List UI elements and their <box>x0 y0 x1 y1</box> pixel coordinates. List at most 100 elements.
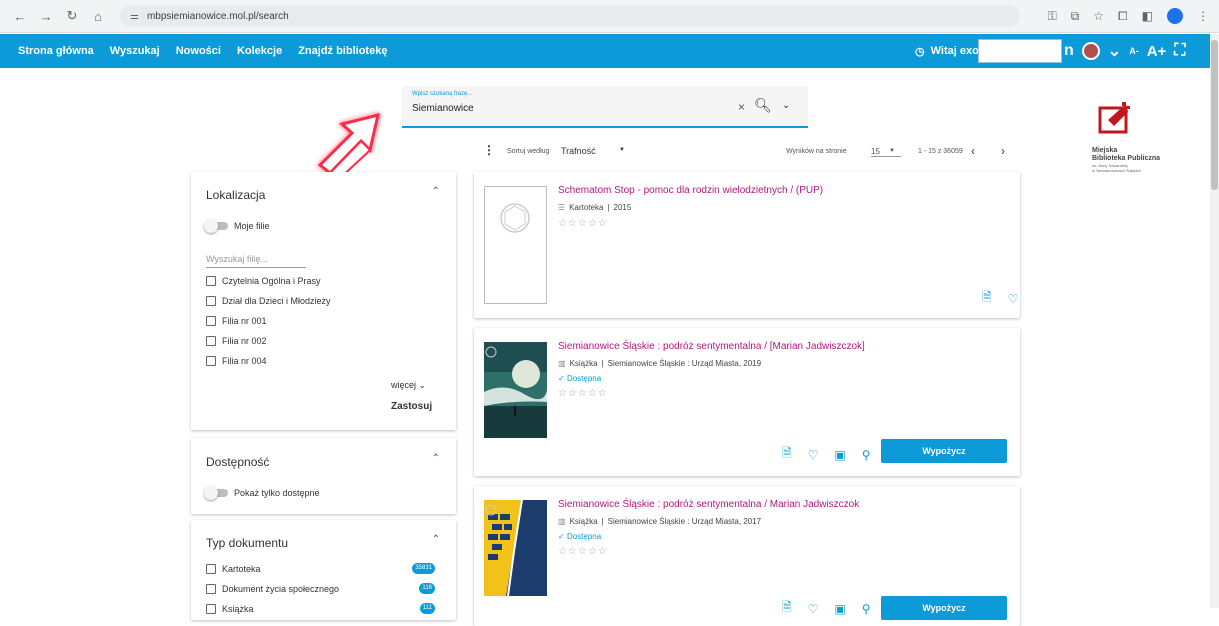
library-logo-icon <box>1098 102 1130 134</box>
forward-icon[interactable]: → <box>38 9 54 24</box>
collapse-chevron-icon[interactable]: ⌃ <box>432 534 440 545</box>
rating-stars[interactable]: ☆☆☆☆☆ <box>558 388 608 399</box>
search-input[interactable]: Siemianowice <box>412 103 474 114</box>
location-checkbox[interactable]: Filia nr 004 <box>206 356 267 366</box>
my-branches-toggle[interactable]: Moje filie <box>204 219 270 233</box>
library-logo[interactable]: Miejska Biblioteka Publiczna im. Anny Sz… <box>1092 100 1202 173</box>
address-bar[interactable]: ⚌ mbpsiemianowice.mol.pl/search <box>120 5 1020 27</box>
font-decrease-button[interactable]: A- <box>1129 46 1139 56</box>
translate-icon[interactable]: ⧉ <box>1071 9 1080 24</box>
rating-stars[interactable]: ☆☆☆☆☆ <box>558 546 608 557</box>
document-icon[interactable]: 🗎 <box>982 288 992 309</box>
book-cover[interactable] <box>484 500 547 596</box>
profile-icon[interactable] <box>1167 8 1183 24</box>
extensions-icon[interactable]: ⧠ <box>1118 9 1128 24</box>
logo-line2: Biblioteka Publiczna <box>1092 155 1161 162</box>
checkbox[interactable] <box>206 276 216 286</box>
count-badge: 116 <box>419 583 435 594</box>
password-key-icon[interactable]: ⚿ <box>1048 9 1057 24</box>
sort-select[interactable]: Trafność <box>561 146 625 156</box>
document-icon[interactable]: 🗎 <box>782 598 792 619</box>
borrow-button[interactable]: Wypożycz <box>881 439 1007 463</box>
book-cover[interactable] <box>484 342 547 438</box>
contrast-icon[interactable]: ⛶ <box>1174 42 1185 60</box>
location-pin-icon[interactable]: ⚲ <box>862 448 871 462</box>
site-info-icon[interactable]: ⚌ <box>130 11 139 22</box>
checkbox[interactable] <box>206 584 216 594</box>
chevron-down-icon: ⌄ <box>418 380 427 390</box>
filter-location-title: Lokalizacja <box>206 188 266 202</box>
doctype-checkbox[interactable]: Książka <box>206 604 254 614</box>
location-checkbox[interactable]: Filia nr 002 <box>206 336 267 346</box>
page-scrollbar[interactable] <box>1210 34 1219 608</box>
borrow-button[interactable]: Wypożycz <box>881 596 1007 620</box>
result-title[interactable]: Siemianowice Śląskie : podróż sentymenta… <box>558 341 1008 352</box>
checkbox[interactable] <box>206 356 216 366</box>
heart-icon[interactable]: ♡ <box>1008 292 1019 306</box>
doctype-checkbox[interactable]: Kartoteka <box>206 564 261 574</box>
rating-stars[interactable]: ☆☆☆☆☆ <box>558 218 608 229</box>
next-page-icon[interactable]: › <box>1001 144 1005 158</box>
result-meta: ☰ Kartoteka | 2015 <box>558 203 632 212</box>
availability-status: ✓ Dostępna <box>558 532 602 541</box>
back-icon[interactable]: ← <box>12 9 28 24</box>
branch-search-input[interactable]: Wyszukaj filię... <box>206 254 306 268</box>
checkbox[interactable] <box>206 296 216 306</box>
results-toolbar: ⋮ Sortuj według Trafność Wyników na stro… <box>483 143 1023 159</box>
nav-search[interactable]: Wyszukaj <box>102 45 168 57</box>
scrollbar-thumb[interactable] <box>1211 40 1218 190</box>
catalog-icon[interactable]: ▣ <box>834 448 845 462</box>
filter-location-panel: Lokalizacja ⌃ Moje filie Wyszukaj filię.… <box>191 172 456 430</box>
heart-icon[interactable]: ♡ <box>808 602 819 616</box>
toggle-switch[interactable] <box>204 219 228 233</box>
prev-page-icon[interactable]: ‹ <box>971 144 975 158</box>
heart-icon[interactable]: ♡ <box>808 448 819 462</box>
nav-news[interactable]: Nowości <box>168 45 229 57</box>
toggle-switch[interactable] <box>204 486 228 500</box>
cover-placeholder[interactable] <box>484 186 547 304</box>
results-range: 1 - 15 z 36059 <box>918 148 963 155</box>
font-increase-button[interactable]: A+ <box>1147 43 1167 60</box>
user-greeting[interactable]: ◷ Witaj exo <box>915 34 979 68</box>
result-meta: ▥ Książka | Siemianowice Śląskie : Urząd… <box>558 517 762 526</box>
location-checkbox[interactable]: Filia nr 001 <box>206 316 267 326</box>
history-icon: ◷ <box>915 45 925 58</box>
search-box[interactable]: Wpisz szukaną frazę... Siemianowice × 🔍︎… <box>402 86 808 128</box>
per-page-select[interactable]: 15 <box>871 147 901 157</box>
nav-collections[interactable]: Kolekcje <box>229 45 290 57</box>
document-icon[interactable]: 🗎 <box>782 444 792 465</box>
checkbox[interactable] <box>206 336 216 346</box>
kebab-menu-icon[interactable]: ⋮ <box>1197 9 1209 23</box>
search-options-chevron-icon[interactable]: ⌄ <box>782 100 790 111</box>
nav-find-library[interactable]: Znajdź bibliotekę <box>290 45 395 57</box>
search-icon[interactable]: 🔍︎ <box>754 97 772 114</box>
main-navbar: Strona główna Wyszukaj Nowości Kolekcje … <box>0 34 1210 68</box>
location-checkbox[interactable]: Czytelnia Ogólna i Prasy <box>206 276 321 286</box>
location-checkbox[interactable]: Dział dla Dzieci i Młodzieży <box>206 296 331 306</box>
book-icon: ▥ <box>558 359 566 368</box>
reload-icon[interactable]: ↻ <box>64 8 80 24</box>
more-link[interactable]: więcej ⌄ <box>391 380 426 391</box>
catalog-icon[interactable]: ▣ <box>834 602 845 616</box>
result-title[interactable]: Siemianowice Śląskie : podróż sentymenta… <box>558 499 1008 510</box>
checkbox[interactable] <box>206 316 216 326</box>
clear-icon[interactable]: × <box>738 100 745 114</box>
apply-button[interactable]: Zastosuj <box>391 401 432 412</box>
chevron-down-icon[interactable]: ⌄ <box>1108 41 1121 61</box>
doctype-checkbox[interactable]: Dokument życia społecznego <box>206 584 339 594</box>
sidebar-icon[interactable]: ◧ <box>1142 9 1153 23</box>
bookmark-star-icon[interactable]: ☆ <box>1093 9 1104 23</box>
result-title[interactable]: Schematom Stop - pomoc dla rodzin wielod… <box>558 185 1008 196</box>
result-card: Siemianowice Śląskie : podróż sentymenta… <box>474 486 1020 626</box>
collapse-chevron-icon[interactable]: ⌃ <box>432 453 440 464</box>
more-options-icon[interactable]: ⋮ <box>483 143 495 157</box>
avatar[interactable] <box>1081 42 1100 60</box>
checkbox[interactable] <box>206 604 216 614</box>
checkbox[interactable] <box>206 564 216 574</box>
nav-home[interactable]: Strona główna <box>10 45 102 57</box>
available-only-toggle[interactable]: Pokaż tylko dostępne <box>204 486 320 500</box>
browser-toolbar: ← → ↻ ⌂ ⚌ mbpsiemianowice.mol.pl/search … <box>0 0 1219 33</box>
location-pin-icon[interactable]: ⚲ <box>862 602 871 616</box>
collapse-chevron-icon[interactable]: ⌃ <box>432 186 440 197</box>
home-icon[interactable]: ⌂ <box>90 9 106 24</box>
